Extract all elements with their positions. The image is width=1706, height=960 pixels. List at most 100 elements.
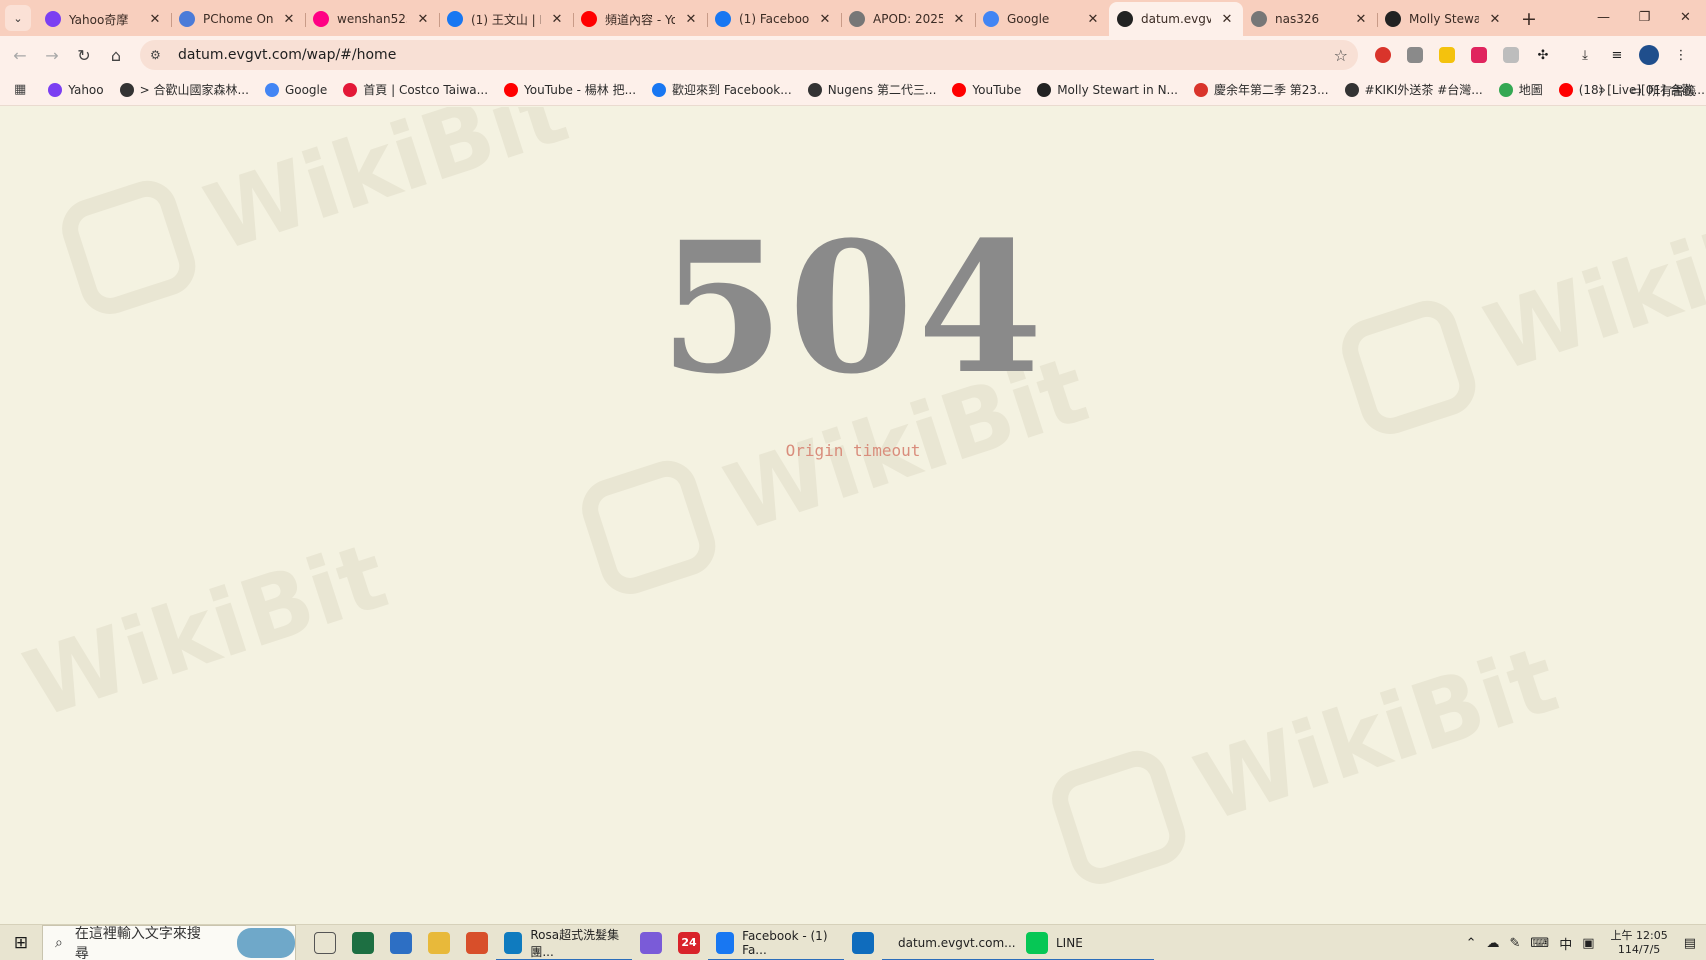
bookmark-item[interactable]: Yahoo [40, 77, 111, 103]
bookmark-label: Molly Stewart in N... [1057, 82, 1178, 97]
tab[interactable]: (1) 王文山 | Fac ✕ [439, 4, 573, 34]
tab[interactable]: (1) Facebook ✕ [707, 4, 841, 34]
tab[interactable]: 頻道內容 - You ✕ [573, 4, 707, 34]
tab-close-icon[interactable]: ✕ [415, 12, 431, 27]
taskbar-app[interactable]: datum.evgvt.com... [882, 925, 1018, 960]
close-icon: ✕ [1680, 9, 1691, 25]
bookmark-item[interactable]: 慶余年第二季 第23... [1186, 77, 1337, 103]
keyboard-icon[interactable]: ⌨ [1530, 936, 1549, 951]
bookmark-item[interactable]: 首頁 | Costco Taiwa... [335, 77, 496, 103]
minimize-button[interactable]: — [1583, 0, 1624, 34]
tab-close-icon[interactable]: ✕ [951, 12, 967, 27]
taskbar-app[interactable] [844, 925, 882, 960]
clock[interactable]: 上午 12:05 114/7/5 [1611, 929, 1668, 957]
taskbar-app[interactable]: 24 [670, 925, 708, 960]
bookmark-item[interactable]: 歡迎來到 Facebook... [644, 77, 800, 103]
maps-icon [1498, 82, 1513, 97]
extension-button[interactable] [1466, 42, 1492, 68]
extension-button[interactable] [1434, 42, 1460, 68]
tab-close-icon[interactable]: ✕ [281, 12, 297, 27]
taskbar-search-box[interactable]: ⌕ 在這裡輸入文字來搜尋 [42, 924, 296, 960]
extensions-menu-button[interactable]: ✣ [1530, 42, 1556, 68]
restore-button[interactable]: ❐ [1624, 0, 1665, 34]
pink-extension-icon [1471, 47, 1487, 63]
taskbar-app[interactable] [632, 925, 670, 960]
tab[interactable]: APOD: 2025 Ju ✕ [841, 4, 975, 34]
pen-icon[interactable]: ✎ [1510, 936, 1521, 951]
close-window-button[interactable]: ✕ [1665, 0, 1706, 34]
bookmark-item[interactable]: #KIKI外送茶 #台灣... [1337, 77, 1491, 103]
back-button[interactable]: ← [4, 39, 36, 71]
excel-icon [352, 931, 374, 954]
facebook-icon [652, 82, 667, 97]
media-controls-button[interactable]: ≡ [1604, 42, 1630, 68]
bookmark-item[interactable]: > 合歡山國家森林... [112, 77, 257, 103]
flickr-icon [313, 11, 329, 27]
address-bar[interactable]: ⚙ datum.evgvt.com/wap/#/home ☆ [140, 40, 1358, 70]
tab-close-icon[interactable]: ✕ [817, 12, 833, 27]
bookmark-item[interactable]: Google [257, 77, 335, 103]
yahoo-icon [45, 11, 61, 27]
apps-grid-icon[interactable]: ▦ [14, 82, 26, 97]
tab-close-icon[interactable]: ✕ [1219, 12, 1235, 27]
chevron-up-icon[interactable]: ⌃ [1466, 936, 1477, 951]
tab[interactable]: Yahoo奇摩 ✕ [37, 4, 171, 34]
forward-button[interactable]: → [36, 39, 68, 71]
url-text[interactable]: datum.evgvt.com/wap/#/home [170, 47, 1334, 63]
tab-close-icon[interactable]: ✕ [1353, 12, 1369, 27]
windows-logo-icon: ⊞ [13, 932, 29, 953]
taskbar-app[interactable] [344, 925, 382, 960]
tab-search-button[interactable]: ⌄ [5, 5, 31, 31]
bookmark-label: Nugens 第二代三... [827, 83, 937, 97]
tab[interactable]: PChome Online ✕ [171, 4, 305, 34]
ime-indicator[interactable]: 中 [1559, 934, 1572, 953]
onedrive-icon[interactable]: ☁ [1487, 936, 1500, 951]
home-button[interactable]: ⌂ [100, 39, 132, 71]
start-button[interactable]: ⊞ [0, 925, 42, 960]
file-explorer-icon [428, 931, 450, 954]
bookmark-item[interactable]: Molly Stewart in N... [1029, 77, 1186, 103]
tab-active[interactable]: datum.evgvt.co ✕ [1109, 2, 1243, 36]
tab-title: nas326 [1275, 12, 1320, 26]
tab-close-icon[interactable]: ✕ [147, 12, 163, 27]
site-info-icon[interactable]: ⚙ [150, 48, 170, 62]
tab-close-icon[interactable]: ✕ [1085, 12, 1101, 27]
downloads-button[interactable]: ⤓ [1572, 42, 1598, 68]
bookmark-item[interactable]: YouTube - 楊林 把... [496, 77, 644, 103]
bookmark-item[interactable]: 地圖 [1491, 77, 1551, 103]
tab-title: (1) Facebook [739, 12, 809, 26]
notifications-icon[interactable]: ▤ [1684, 936, 1696, 951]
chrome-menu-button[interactable]: ⋮ [1668, 42, 1694, 68]
line-icon [1026, 931, 1048, 954]
system-tray: ⌃ ☁ ✎ ⌨ 中 ▣ 上午 12:05 114/7/5 ▤ [1466, 925, 1706, 960]
tab-close-icon[interactable]: ✕ [683, 12, 699, 27]
all-bookmarks-button[interactable]: ▭ 所有書籤 [1631, 78, 1696, 102]
taskbar-app[interactable]: Facebook - (1) Fa... [708, 925, 844, 960]
bookmark-item[interactable]: YouTube [944, 77, 1029, 103]
tab-close-icon[interactable]: ✕ [1487, 12, 1503, 27]
more-bookmarks-button[interactable]: » [1598, 78, 1606, 102]
new-tab-button[interactable]: + [1515, 5, 1543, 33]
bookmark-item[interactable]: Nugens 第二代三... [800, 77, 945, 103]
tab-list: Yahoo奇摩✕PChome Online✕wenshan523 | ✕(1) … [37, 0, 1511, 36]
tab[interactable]: nas326 ✕ [1243, 4, 1377, 34]
taskbar-app[interactable] [458, 925, 496, 960]
taskbar-app[interactable] [420, 925, 458, 960]
taskbar-app[interactable] [306, 925, 344, 960]
tab[interactable]: Molly Stewart ✕ [1377, 4, 1511, 34]
bookmark-star-icon[interactable]: ☆ [1334, 46, 1348, 65]
ime-mode-icon[interactable]: ▣ [1582, 936, 1594, 951]
reload-button[interactable]: ↻ [68, 39, 100, 71]
tab-close-icon[interactable]: ✕ [549, 12, 565, 27]
profile-button[interactable] [1636, 42, 1662, 68]
bookmark-label: 慶余年第二季 第23... [1213, 83, 1329, 97]
tab[interactable]: wenshan523 | ✕ [305, 4, 439, 34]
taskbar-app[interactable]: LINE [1018, 925, 1154, 960]
taskbar-app[interactable]: Rosa超式洗髮集團... [496, 925, 632, 960]
taskbar-app[interactable] [382, 925, 420, 960]
extension-button[interactable] [1402, 42, 1428, 68]
extension-button[interactable] [1498, 42, 1524, 68]
extension-button[interactable] [1370, 42, 1396, 68]
bookmark-label: 歡迎來到 Facebook... [672, 83, 792, 97]
tab[interactable]: Google ✕ [975, 4, 1109, 34]
